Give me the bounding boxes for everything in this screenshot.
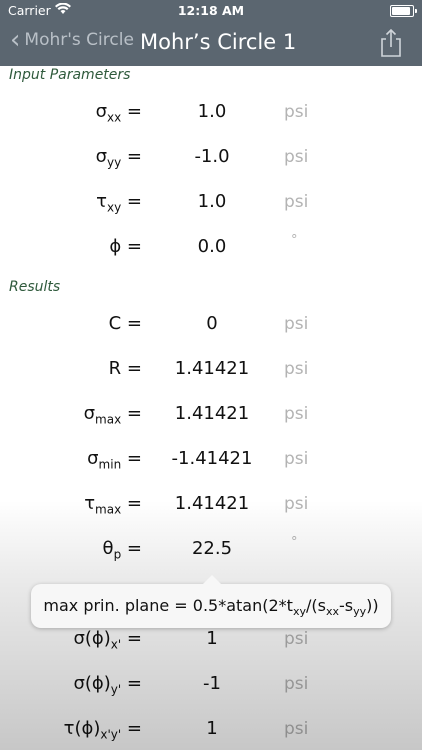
row-phi: ϕ = 0.0 ° bbox=[0, 227, 422, 267]
unit-label: ° bbox=[291, 535, 298, 550]
unit-label: psi bbox=[284, 359, 309, 379]
unit-label: ° bbox=[291, 233, 298, 248]
row-radius: R = 1.41421 psi bbox=[0, 349, 422, 389]
row-label: R = bbox=[108, 358, 142, 379]
result-value: 1 bbox=[206, 628, 218, 649]
tau-xy-input[interactable]: 1.0 bbox=[162, 191, 262, 212]
chevron-left-icon: ‹ bbox=[10, 25, 21, 55]
page-title: Mohr’s Circle 1 bbox=[140, 30, 297, 54]
unit-label: psi bbox=[284, 719, 309, 739]
section-header-input: Input Parameters bbox=[9, 67, 131, 83]
result-value: -1 bbox=[203, 673, 221, 694]
row-label: τmax = bbox=[84, 493, 142, 517]
formula-tooltip: max prin. plane = 0.5*atan(2*txy/(sxx-sy… bbox=[31, 575, 391, 628]
row-center: C = 0 psi bbox=[0, 304, 422, 344]
section-header-results: Results bbox=[9, 279, 61, 295]
unit-label: psi bbox=[284, 102, 309, 122]
row-label: C = bbox=[108, 313, 142, 334]
row-label: τxy = bbox=[96, 191, 142, 215]
row-label: σmin = bbox=[87, 448, 142, 472]
status-time: 12:18 AM bbox=[177, 3, 245, 18]
unit-label: psi bbox=[284, 674, 309, 694]
row-tau-x-prime-y-prime: τ(ϕ)x'y' = 1 psi bbox=[0, 709, 422, 749]
row-label: σ(ϕ)x' = bbox=[73, 628, 142, 652]
back-button-label: Mohr's Circle bbox=[24, 30, 134, 50]
row-sigma-max: σmax = 1.41421 psi bbox=[0, 394, 422, 434]
result-value: 1 bbox=[206, 718, 218, 739]
unit-label: psi bbox=[284, 629, 309, 649]
unit-label: psi bbox=[284, 494, 309, 514]
unit-label: psi bbox=[284, 192, 309, 212]
row-label: σ(ϕ)y' = bbox=[73, 673, 142, 697]
battery-icon bbox=[390, 5, 417, 17]
unit-label: psi bbox=[284, 404, 309, 424]
row-label: σmax = bbox=[83, 403, 142, 427]
row-theta-p[interactable]: θp = 22.5 ° bbox=[0, 529, 422, 569]
row-sigma-xx: σxx = 1.0 psi bbox=[0, 92, 422, 132]
row-label: σxx = bbox=[95, 101, 142, 125]
row-tau-xy: τxy = 1.0 psi bbox=[0, 182, 422, 222]
navigation-bar: ‹ Mohr's Circle Mohr’s Circle 1 bbox=[0, 22, 422, 66]
result-value: 22.5 bbox=[191, 538, 233, 559]
result-value: 1.41421 bbox=[174, 358, 250, 379]
back-button[interactable]: ‹ Mohr's Circle bbox=[10, 25, 134, 55]
unit-label: psi bbox=[284, 314, 309, 334]
row-sigma-min: σmin = -1.41421 psi bbox=[0, 439, 422, 479]
unit-label: psi bbox=[284, 147, 309, 167]
row-tau-max: τmax = 1.41421 psi bbox=[0, 484, 422, 524]
row-sigma-yy: σyy = -1.0 psi bbox=[0, 137, 422, 177]
unit-label: psi bbox=[284, 449, 309, 469]
sigma-xx-input[interactable]: 1.0 bbox=[162, 101, 262, 122]
result-value: 0 bbox=[206, 313, 218, 334]
row-sigma-y-prime: σ(ϕ)y' = -1 psi bbox=[0, 664, 422, 704]
result-value: -1.41421 bbox=[171, 448, 253, 469]
sigma-yy-input[interactable]: -1.0 bbox=[162, 146, 262, 167]
share-icon bbox=[381, 28, 401, 57]
phi-input[interactable]: 0.0 bbox=[162, 236, 262, 257]
row-label: θp = bbox=[102, 538, 142, 562]
row-label: τ(ϕ)x'y' = bbox=[63, 718, 142, 742]
row-label: σyy = bbox=[95, 146, 142, 170]
status-bar: Carrier 12:18 AM bbox=[0, 0, 422, 22]
result-value: 1.41421 bbox=[174, 493, 250, 514]
row-label: ϕ = bbox=[109, 236, 142, 257]
share-button[interactable] bbox=[378, 28, 404, 57]
result-value: 1.41421 bbox=[174, 403, 250, 424]
